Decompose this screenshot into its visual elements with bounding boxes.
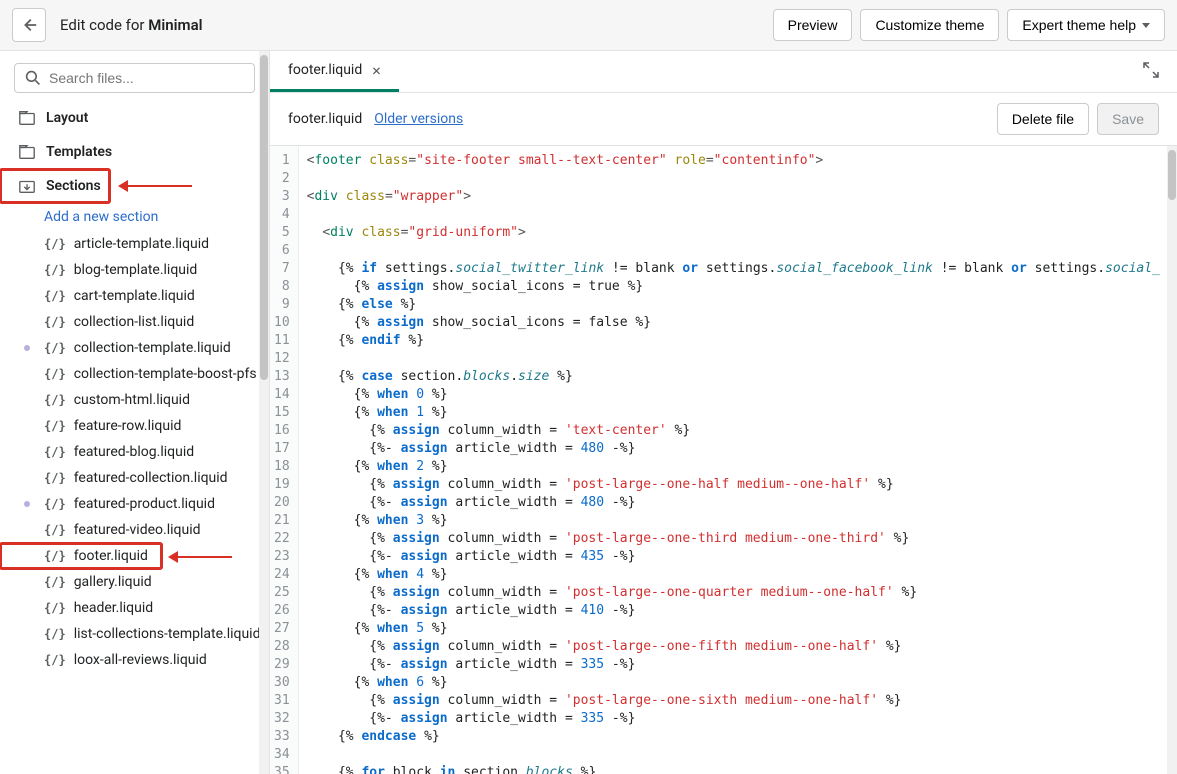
folder-layout[interactable]: Layout <box>0 101 269 135</box>
liquid-file-icon: {/} <box>44 575 66 589</box>
file-custom-html-liquid[interactable]: {/} custom-html.liquid <box>0 387 269 413</box>
folder-open-icon <box>18 177 36 195</box>
liquid-file-icon: {/} <box>44 497 66 511</box>
file-label: custom-html.liquid <box>74 392 190 408</box>
liquid-file-icon: {/} <box>44 627 66 641</box>
file-label: blog-template.liquid <box>74 262 198 278</box>
file-label: feature-row.liquid <box>74 418 182 434</box>
file-article-template-liquid[interactable]: {/} article-template.liquid <box>0 231 269 257</box>
folder-sections[interactable]: Sections <box>0 169 110 203</box>
liquid-file-icon: {/} <box>44 601 66 615</box>
preview-button[interactable]: Preview <box>773 9 853 41</box>
page-title: Edit code for Minimal <box>60 16 203 34</box>
annotation-arrow <box>172 556 232 558</box>
file-blog-template-liquid[interactable]: {/} blog-template.liquid <box>0 257 269 283</box>
topbar: Edit code for Minimal Preview Customize … <box>0 0 1177 51</box>
file-gallery-liquid[interactable]: {/} gallery.liquid <box>0 569 269 595</box>
liquid-file-icon: {/} <box>44 237 66 251</box>
liquid-file-icon: {/} <box>44 367 66 381</box>
older-versions-link[interactable]: Older versions <box>374 111 463 127</box>
file-label: collection-list.liquid <box>74 314 195 330</box>
file-collection-template-liquid[interactable]: {/} collection-template.liquid <box>0 335 269 361</box>
file-footer-liquid[interactable]: {/} footer.liquid <box>0 543 162 569</box>
file-featured-blog-liquid[interactable]: {/} featured-blog.liquid <box>0 439 269 465</box>
file-label: list-collections-template.liquid <box>74 626 261 642</box>
folder-templates[interactable]: Templates <box>0 135 269 169</box>
search-input-wrap[interactable] <box>14 63 255 93</box>
customize-theme-button[interactable]: Customize theme <box>860 9 999 41</box>
liquid-file-icon: {/} <box>44 289 66 303</box>
annotation-arrow <box>122 185 192 187</box>
expand-icon <box>1141 60 1161 80</box>
sidebar-scrollbar[interactable] <box>259 51 269 774</box>
arrow-left-icon <box>20 16 38 34</box>
file-label: collection-template-boost-pfs <box>74 366 257 382</box>
folder-icon <box>18 109 36 127</box>
delete-file-button[interactable]: Delete file <box>997 103 1089 135</box>
file-label: featured-video.liquid <box>74 522 201 538</box>
editor-pane: footer.liquid × footer.liquid Older vers… <box>270 51 1177 774</box>
search-icon <box>25 70 41 86</box>
editor-scrollbar[interactable] <box>1167 146 1177 774</box>
unsaved-dot-icon <box>24 501 30 507</box>
file-label: featured-product.liquid <box>74 496 215 512</box>
add-section-link[interactable]: Add a new section <box>0 203 269 231</box>
liquid-file-icon: {/} <box>44 393 66 407</box>
chevron-down-icon <box>1142 23 1150 28</box>
file-label: header.liquid <box>74 600 153 616</box>
file-label: featured-collection.liquid <box>74 470 228 486</box>
liquid-file-icon: {/} <box>44 653 66 667</box>
liquid-file-icon: {/} <box>44 471 66 485</box>
liquid-file-icon: {/} <box>44 445 66 459</box>
back-button[interactable] <box>12 8 46 42</box>
liquid-file-icon: {/} <box>44 315 66 329</box>
line-gutter: 1234567891011121314151617181920212223242… <box>270 146 299 774</box>
save-button[interactable]: Save <box>1097 103 1159 135</box>
file-label: article-template.liquid <box>74 236 209 252</box>
unsaved-dot-icon <box>24 345 30 351</box>
file-header-liquid[interactable]: {/} header.liquid <box>0 595 269 621</box>
file-feature-row-liquid[interactable]: {/} feature-row.liquid <box>0 413 269 439</box>
sidebar-scrollbar-thumb[interactable] <box>260 55 268 380</box>
file-collection-list-liquid[interactable]: {/} collection-list.liquid <box>0 309 269 335</box>
sidebar: Layout Templates Sections Add a new sect… <box>0 51 270 774</box>
liquid-file-icon: {/} <box>44 549 66 563</box>
file-featured-product-liquid[interactable]: {/} featured-product.liquid <box>0 491 269 517</box>
expert-help-button[interactable]: Expert theme help <box>1007 9 1165 41</box>
file-label: loox-all-reviews.liquid <box>74 652 207 668</box>
expand-button[interactable] <box>1141 60 1161 84</box>
file-label: gallery.liquid <box>74 574 152 590</box>
file-list-collections-template-liquid[interactable]: {/} list-collections-template.liquid <box>0 621 269 647</box>
liquid-file-icon: {/} <box>44 341 66 355</box>
file-featured-collection-liquid[interactable]: {/} featured-collection.liquid <box>0 465 269 491</box>
editor-scrollbar-thumb[interactable] <box>1168 150 1176 200</box>
file-label: featured-blog.liquid <box>74 444 194 460</box>
code-content[interactable]: <footer class="site-footer small--text-c… <box>299 146 1177 774</box>
close-icon[interactable]: × <box>372 61 381 80</box>
file-featured-video-liquid[interactable]: {/} featured-video.liquid <box>0 517 269 543</box>
liquid-file-icon: {/} <box>44 263 66 277</box>
code-editor[interactable]: 1234567891011121314151617181920212223242… <box>270 146 1177 774</box>
current-file-name: footer.liquid <box>288 111 362 127</box>
liquid-file-icon: {/} <box>44 523 66 537</box>
file-tree: Layout Templates Sections Add a new sect… <box>0 101 269 774</box>
file-loox-all-reviews-liquid[interactable]: {/} loox-all-reviews.liquid <box>0 647 269 673</box>
file-label: cart-template.liquid <box>74 288 195 304</box>
folder-icon <box>18 143 36 161</box>
tab-footer[interactable]: footer.liquid × <box>270 51 399 92</box>
file-label: collection-template.liquid <box>74 340 231 356</box>
file-label: footer.liquid <box>74 548 148 564</box>
file-collection-template-boost-pfs[interactable]: {/} collection-template-boost-pfs <box>0 361 269 387</box>
search-input[interactable] <box>49 70 244 86</box>
file-cart-template-liquid[interactable]: {/} cart-template.liquid <box>0 283 269 309</box>
liquid-file-icon: {/} <box>44 419 66 433</box>
